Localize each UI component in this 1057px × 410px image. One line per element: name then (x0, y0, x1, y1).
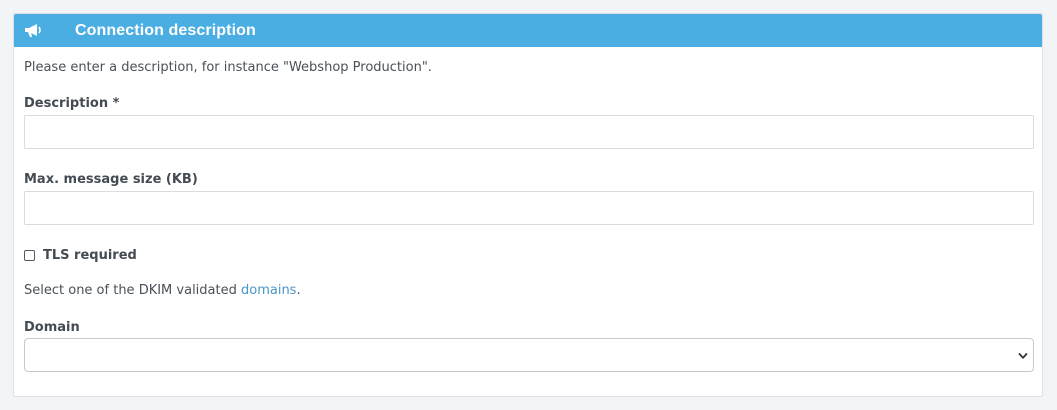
megaphone-icon (24, 22, 42, 40)
tls-required-label[interactable]: TLS required (43, 248, 137, 263)
max-message-size-label: Max. message size (KB) (24, 172, 198, 187)
chevron-down-icon (1018, 350, 1028, 360)
tls-required-checkbox[interactable] (24, 250, 35, 261)
description-label: Description * (24, 96, 120, 111)
dkim-text-after: . (296, 283, 301, 298)
panel-header: Connection description (14, 14, 1042, 47)
description-input[interactable] (24, 115, 1034, 149)
dkim-instruction: Select one of the DKIM validated domains… (24, 283, 301, 298)
domain-label: Domain (24, 320, 80, 335)
intro-text: Please enter a description, for instance… (24, 60, 432, 75)
domain-select[interactable] (24, 338, 1034, 372)
domains-link[interactable]: domains (241, 283, 296, 298)
dkim-text-before: Select one of the DKIM validated (24, 283, 241, 298)
tls-required-row[interactable]: TLS required (24, 248, 137, 263)
connection-description-panel: Connection description Please enter a de… (13, 13, 1043, 397)
panel-title: Connection description (75, 21, 256, 39)
max-message-size-input[interactable] (24, 191, 1034, 225)
